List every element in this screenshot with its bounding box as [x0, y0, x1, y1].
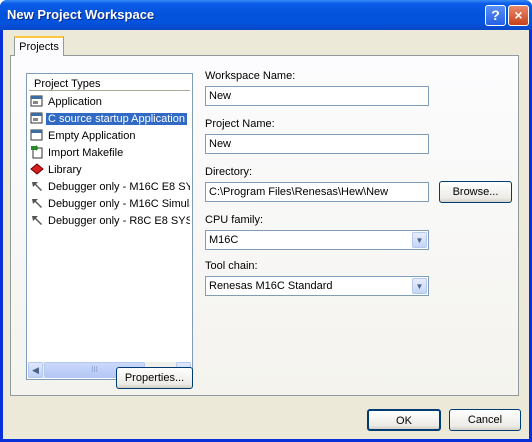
- workspace-name-label: Workspace Name:: [205, 70, 296, 82]
- directory-label: Directory:: [205, 166, 253, 178]
- tool-chain-value: Renesas M16C Standard: [209, 280, 333, 292]
- list-item-label: Application: [48, 96, 102, 108]
- close-icon: ×: [514, 7, 523, 23]
- list-item-library[interactable]: Library: [30, 162, 190, 178]
- list-item-import-makefile[interactable]: Import Makefile: [30, 145, 190, 161]
- chevron-left-icon: ◀: [32, 365, 39, 375]
- cpu-family-label: CPU family:: [205, 214, 264, 226]
- tab-projects[interactable]: Projects: [14, 36, 64, 56]
- library-icon: [30, 162, 44, 176]
- list-item-debugger-r8c-e8[interactable]: Debugger only - R8C E8 SYSTEM: [30, 213, 190, 229]
- list-item-label: Debugger only - R8C E8 SYSTEM: [48, 215, 190, 227]
- ok-button[interactable]: OK: [367, 409, 441, 431]
- workspace-name-input[interactable]: New: [205, 86, 429, 106]
- list-item-label: C source startup Application: [46, 113, 187, 125]
- project-types-list[interactable]: Project Types Application C source start…: [26, 73, 193, 380]
- title-bar[interactable]: New Project Workspace ? ×: [0, 0, 532, 30]
- scroll-left-button[interactable]: ◀: [28, 362, 43, 378]
- dialog-window: New Project Workspace ? × Projects Proje…: [0, 0, 532, 442]
- import-makefile-icon: [30, 145, 44, 159]
- cpu-family-select[interactable]: M16C ▼: [205, 230, 429, 250]
- chevron-down-icon[interactable]: ▼: [412, 278, 427, 294]
- list-item-application[interactable]: Application: [30, 94, 190, 110]
- application-icon: [30, 111, 44, 125]
- chevron-down-icon[interactable]: ▼: [412, 232, 427, 248]
- debugger-icon: [30, 179, 44, 193]
- list-item-debugger-m16c-simulator[interactable]: Debugger only - M16C Simulator: [30, 196, 190, 212]
- tool-chain-select[interactable]: Renesas M16C Standard ▼: [205, 276, 429, 296]
- list-item-label: Debugger only - M16C E8 SYSTEM: [48, 181, 190, 193]
- properties-button[interactable]: Properties...: [116, 367, 193, 389]
- help-icon: ?: [491, 7, 500, 23]
- tool-chain-label: Tool chain:: [205, 260, 258, 272]
- list-item-label: Import Makefile: [48, 147, 124, 159]
- cancel-button[interactable]: Cancel: [449, 409, 521, 431]
- debugger-icon: [30, 213, 44, 227]
- list-item-label: Library: [48, 164, 82, 176]
- project-name-input[interactable]: New: [205, 134, 429, 154]
- application-icon: [30, 128, 44, 142]
- browse-button[interactable]: Browse...: [439, 181, 512, 203]
- list-item-label: Empty Application: [48, 130, 136, 142]
- cpu-family-value: M16C: [209, 234, 239, 246]
- list-item-label: Debugger only - M16C Simulator: [48, 198, 190, 210]
- application-icon: [30, 94, 44, 108]
- help-button[interactable]: ?: [485, 5, 506, 26]
- grip-icon: III: [91, 365, 98, 374]
- window-title: New Project Workspace: [7, 7, 155, 22]
- debugger-icon: [30, 196, 44, 210]
- dialog-body: Projects Project Types Application C sou…: [3, 30, 529, 439]
- directory-input[interactable]: C:\Program Files\Renesas\Hew\New: [205, 182, 429, 202]
- list-item-empty-application[interactable]: Empty Application: [30, 128, 190, 144]
- close-button[interactable]: ×: [508, 5, 529, 26]
- project-name-label: Project Name:: [205, 118, 275, 130]
- list-item-c-source-startup-application[interactable]: C source startup Application: [30, 111, 190, 127]
- list-header: Project Types: [29, 77, 190, 91]
- list-item-debugger-m16c-e8[interactable]: Debugger only - M16C E8 SYSTEM: [30, 179, 190, 195]
